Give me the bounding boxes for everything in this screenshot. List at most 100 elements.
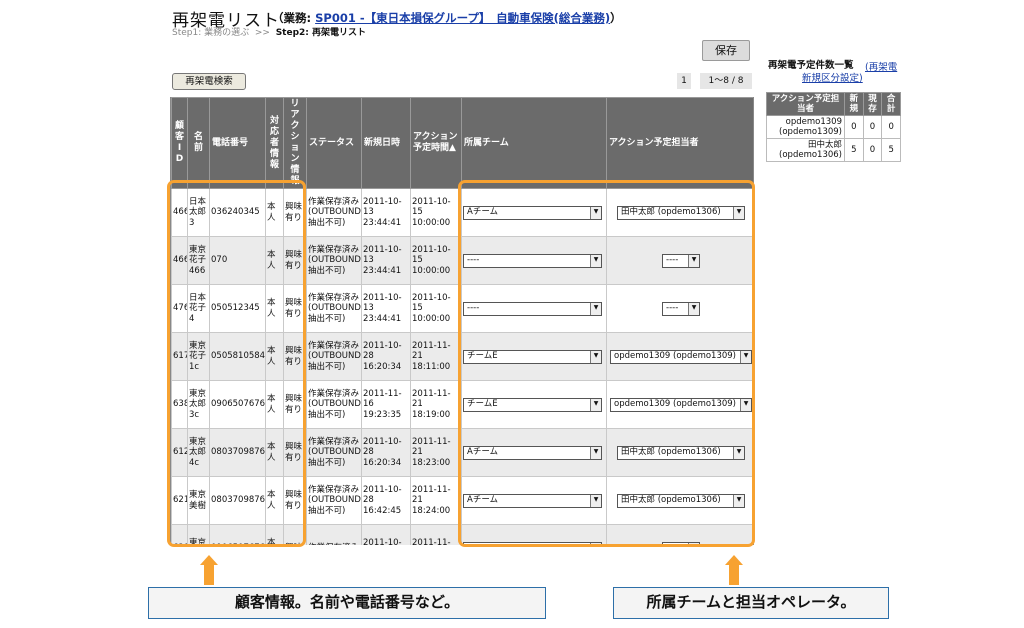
assignee-select[interactable]: ---- ▼ <box>662 301 700 316</box>
task-info: （業務: SP001 -【東日本損保グループ】 自動車保険(総合業務)） <box>272 10 622 26</box>
status-cell: 作業保存済み(OUTBOUND抽出不可) <box>306 332 362 381</box>
assignee-select[interactable]: 田中太郎 (opdemo1306) ▼ <box>617 205 745 220</box>
header-name[interactable]: 名前 <box>187 97 210 189</box>
team-select[interactable]: ---- ▼ <box>463 253 602 268</box>
customer-name-cell: 東京太郎4c <box>187 428 210 477</box>
assignee-select[interactable]: opdemo1309 (opdemo1309) ▼ <box>610 349 752 364</box>
contact-info-cell: 本人 <box>265 476 284 525</box>
side-header-total: 合計 <box>881 92 901 116</box>
customer-id-cell: 612 <box>171 428 188 477</box>
reaction-info-cell: 興味有り <box>283 284 307 333</box>
team-select[interactable]: チームE ▼ <box>463 349 602 364</box>
team-select[interactable]: チームE ▼ <box>463 397 602 412</box>
breadcrumb-step2: Step2: 再架電リスト <box>275 28 367 38</box>
team-select[interactable]: Aチーム ▼ <box>463 445 602 460</box>
action-time-cell: 2011-11-21 18:11:00 <box>410 332 462 381</box>
page-number[interactable]: 1 <box>677 73 691 89</box>
header-phone[interactable]: 電話番号 <box>209 97 266 189</box>
status-cell: 作業保存済み(OUTBOUND抽出不可) <box>306 236 362 285</box>
dropdown-arrow-icon: ▼ <box>688 302 699 315</box>
team-cell: チームE ▼ <box>461 332 607 381</box>
action-time-cell: 2011-11-21 18:23:00 <box>410 428 462 477</box>
dropdown-arrow-icon: ▼ <box>590 350 601 363</box>
customer-id-cell: 617 <box>171 332 188 381</box>
dropdown-arrow-icon: ▼ <box>740 398 751 411</box>
contact-info-cell: 本人 <box>265 524 284 545</box>
reaction-info-cell: 興味有り <box>283 188 307 237</box>
side-current-cell: 0 <box>862 138 883 162</box>
phone-cell: 036240345 <box>209 188 266 237</box>
assignee-cell: 田中太郎 (opdemo1306) ▼ <box>606 188 753 237</box>
customer-id-cell: 466 <box>171 236 188 285</box>
assignee-cell: opdemo1309 (opdemo1309) ▼ <box>606 332 753 381</box>
action-time-cell: 2011-10-15 10:00:00 <box>410 236 462 285</box>
team-select[interactable]: Aチーム ▼ <box>463 493 602 508</box>
header-created[interactable]: 新規日時 <box>361 97 411 189</box>
phone-cell: 070 <box>209 236 266 285</box>
assignee-select[interactable]: 田中太郎 (opdemo1306) ▼ <box>617 445 745 460</box>
phone-cell: 05058105844 <box>209 332 266 381</box>
customer-info-callout: 顧客情報。名前や電話番号など。 <box>148 587 546 619</box>
page-range: 1〜8 / 8 <box>700 73 752 89</box>
customer-id-cell: 476 <box>171 284 188 333</box>
side-assignee-cell: 田中太郎 (opdemo1306) <box>766 138 845 162</box>
dropdown-arrow-icon: ▼ <box>590 494 601 507</box>
team-select-value: チームE <box>467 351 498 362</box>
team-operator-callout: 所属チームと担当オペレータ。 <box>613 587 889 619</box>
recall-count-table: アクション予定担当者 新規 現存 合計 opdemo1309 (opdemo13… <box>766 92 901 162</box>
status-cell: 作業保存済み <box>306 524 362 545</box>
reaction-info-cell: 興味 <box>283 524 307 545</box>
recall-new-setting-link[interactable]: (再架電 <box>865 59 897 73</box>
created-cell: 2011-10-13 23:44:41 <box>361 188 411 237</box>
phone-cell: 050512345 <box>209 284 266 333</box>
recall-new-setting-link-line2[interactable]: 新規区分設定) <box>802 70 863 84</box>
breadcrumb-separator: >> <box>254 28 270 38</box>
dropdown-arrow-icon: ▼ <box>733 206 744 219</box>
phone-cell: 09065076766 <box>209 380 266 429</box>
side-total-cell: 0 <box>881 115 901 139</box>
team-cell: Aチーム ▼ <box>461 188 607 237</box>
header-team[interactable]: 所属チーム <box>461 97 607 189</box>
assignee-select-value: 田中太郎 (opdemo1306) <box>621 207 721 218</box>
team-cell: ---- ▼ <box>461 284 607 333</box>
team-select[interactable]: ---- ▼ <box>463 541 602 545</box>
save-button[interactable]: 保存 <box>702 40 750 61</box>
contact-info-cell: 本人 <box>265 380 284 429</box>
assignee-select[interactable]: opdemo1309 (opdemo1309) ▼ <box>610 397 752 412</box>
dropdown-arrow-icon: ▼ <box>590 302 601 315</box>
created-cell: 2011-11-16 19:23:35 <box>361 380 411 429</box>
team-select-value: ---- <box>467 303 480 314</box>
phone-cell: 08037098766 <box>209 428 266 477</box>
dropdown-arrow-icon: ▼ <box>590 254 601 267</box>
customer-name-cell: 日本太郎3 <box>187 188 210 237</box>
team-select[interactable]: Aチーム ▼ <box>463 205 602 220</box>
created-cell: 2011-10-13 23:44:41 <box>361 236 411 285</box>
table-row: 617東京花子1c05058105844本人興味有り作業保存済み(OUTBOUN… <box>171 332 753 381</box>
up-arrow-icon <box>200 555 218 585</box>
contact-info-cell: 本人 <box>265 428 284 477</box>
assignee-select-value: 田中太郎 (opdemo1306) <box>621 495 721 506</box>
side-row: 田中太郎 (opdemo1306) 5 0 5 <box>766 138 901 162</box>
status-cell: 作業保存済み(OUTBOUND抽出不可) <box>306 476 362 525</box>
header-assignee[interactable]: アクション予定担当者 <box>606 97 753 189</box>
action-time-cell: 2011-10-15 10:00:00 <box>410 284 462 333</box>
assignee-select[interactable]: ---- ▼ <box>662 541 700 545</box>
header-action-time[interactable]: アクション予定時間▲ <box>410 97 462 189</box>
side-header-new: 新規 <box>844 92 864 116</box>
customer-id-cell: 638 <box>171 524 188 545</box>
header-customer-id[interactable]: 顧客ID <box>171 97 188 189</box>
header-status[interactable]: ステータス <box>306 97 362 189</box>
created-cell: 2011-10-13 23:44:41 <box>361 284 411 333</box>
header-contact-info[interactable]: 対応者情報 <box>265 97 284 189</box>
recall-list-table: 顧客ID 名前 電話番号 対応者情報 リアクション情報 ステータス 新規日時 ア… <box>170 97 754 545</box>
table-row: 476日本花子4050512345本人興味有り作業保存済み(OUTBOUND抽出… <box>171 284 753 333</box>
team-select[interactable]: ---- ▼ <box>463 301 602 316</box>
assignee-select[interactable]: ---- ▼ <box>662 253 700 268</box>
assignee-select[interactable]: 田中太郎 (opdemo1306) ▼ <box>617 493 745 508</box>
customer-name-cell: 東京花子1c <box>187 332 210 381</box>
dropdown-arrow-icon: ▼ <box>733 494 744 507</box>
task-link[interactable]: SP001 -【東日本損保グループ】 自動車保険(総合業務) <box>315 11 610 25</box>
assignee-cell: ---- ▼ <box>606 524 753 545</box>
header-reaction-info[interactable]: リアクション情報 <box>283 97 307 189</box>
recall-search-button[interactable]: 再架電検索 <box>172 73 246 90</box>
